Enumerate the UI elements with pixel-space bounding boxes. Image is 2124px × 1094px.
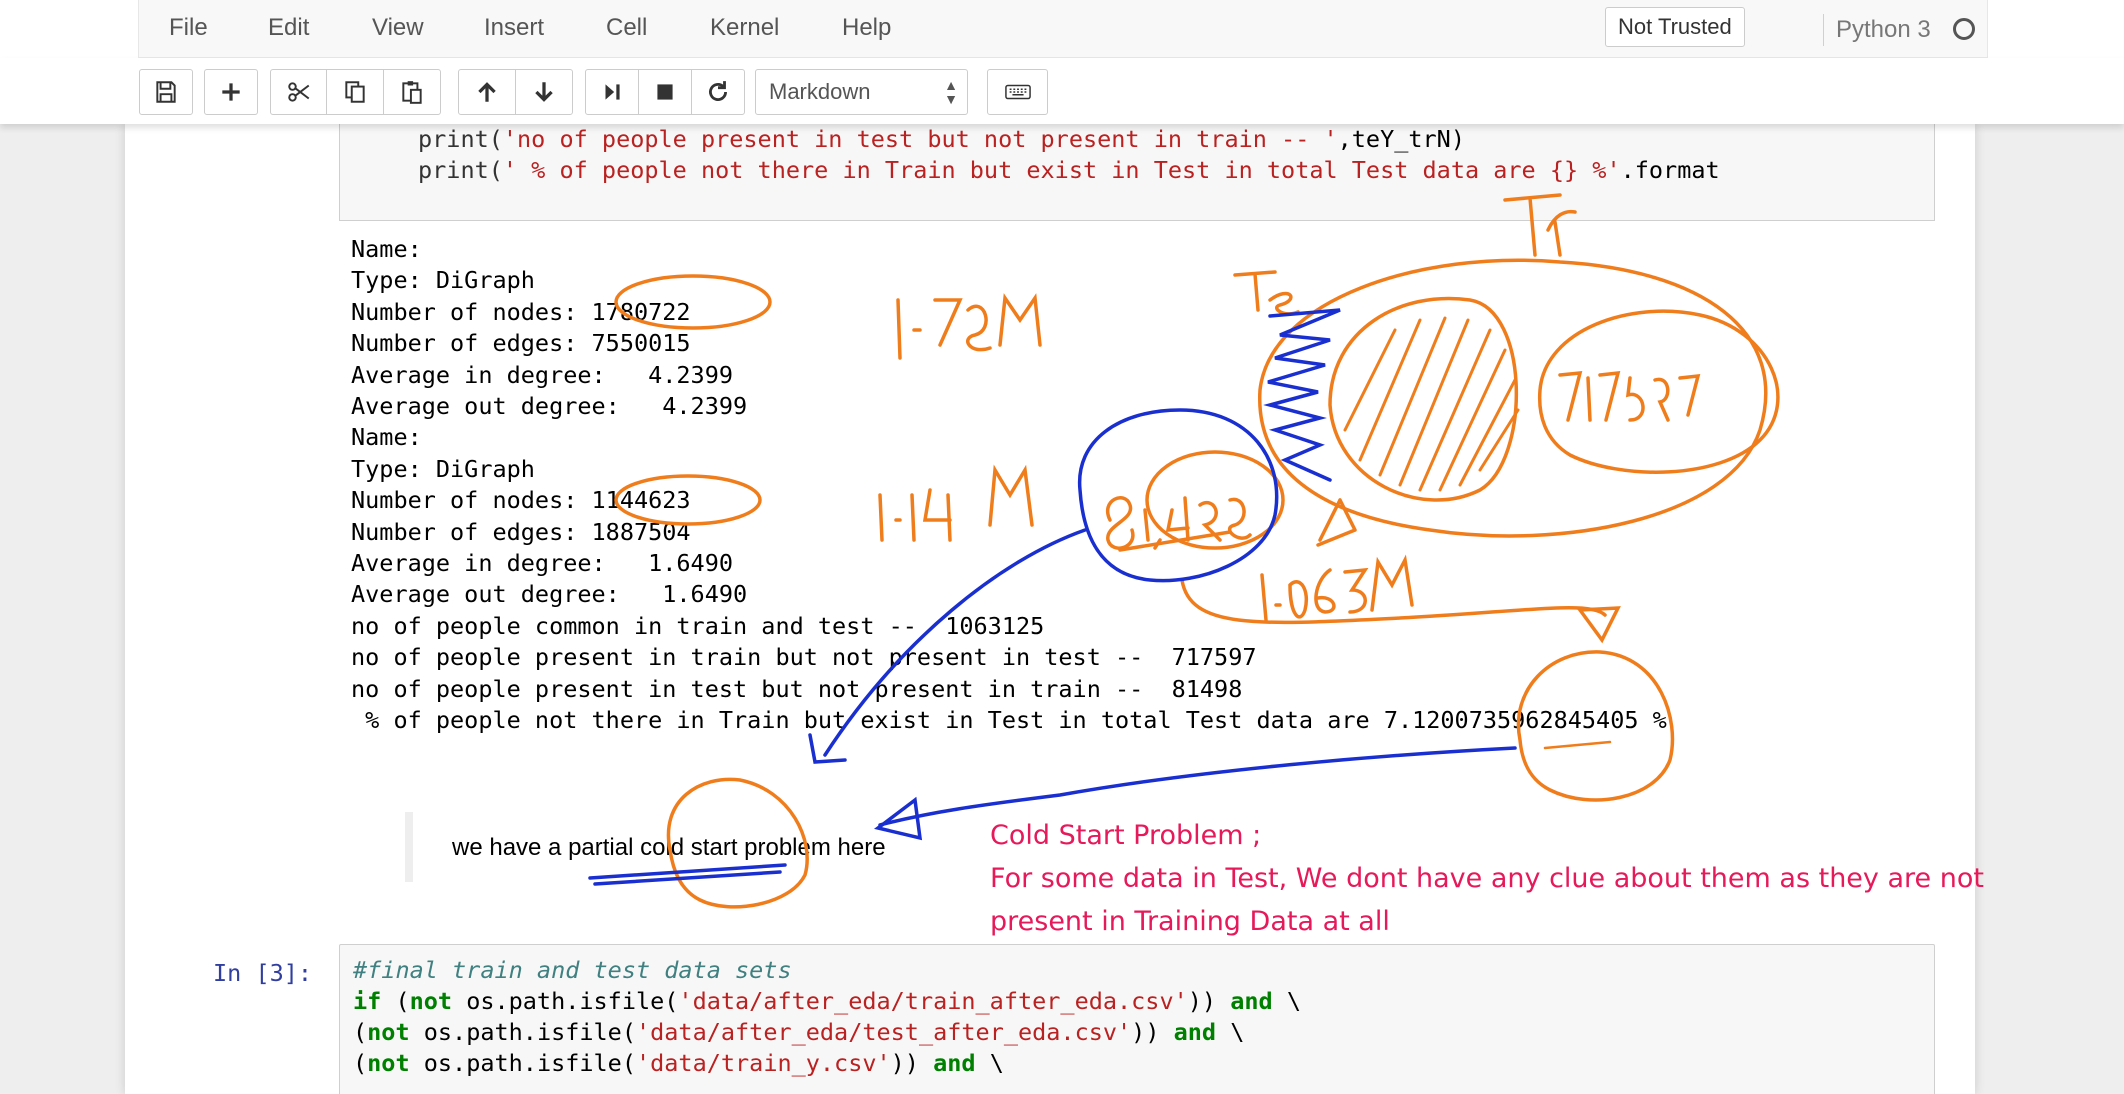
- code-cell[interactable]: #final train and test data sets if (not …: [339, 944, 1935, 1094]
- output-line: Type: DiGraph: [351, 454, 535, 483]
- output-line: no of people present in train but not pr…: [351, 643, 1257, 672]
- cell-output: Name: Type: DiGraph Number of nodes: 17807…: [351, 234, 1667, 737]
- code-line: (not os.path.isfile('data/train_y.csv'))…: [353, 1049, 1004, 1077]
- not-trusted-button[interactable]: Not Trusted: [1605, 7, 1745, 47]
- save-icon: [156, 81, 176, 103]
- annotation-note: Cold Start Problem ; For some data in Te…: [990, 814, 1984, 943]
- menu-edit[interactable]: Edit: [268, 14, 309, 42]
- cut-button[interactable]: [270, 69, 327, 115]
- kernel-status-icon: [1953, 18, 1975, 40]
- run-icon: [605, 84, 620, 100]
- output-line: Number of nodes: 1144623: [351, 486, 691, 515]
- menu-file[interactable]: File: [169, 14, 208, 42]
- plus-icon: [222, 83, 240, 101]
- move-up-button[interactable]: [458, 69, 516, 115]
- output-line: Number of edges: 1887504: [351, 517, 691, 546]
- output-line: no of people common in train and test --…: [351, 611, 1045, 640]
- output-line: Average out degree: 4.2399: [351, 392, 748, 421]
- menu-help[interactable]: Help: [842, 14, 891, 42]
- kernel-name[interactable]: Python 3: [1836, 16, 1931, 44]
- arrow-down-icon: [535, 82, 553, 102]
- move-down-button[interactable]: [515, 69, 573, 115]
- code-line: print('no of people present in test but …: [418, 125, 1465, 153]
- cut-icon: [287, 82, 309, 102]
- markdown-quote-bar: [405, 812, 413, 882]
- output-line: Type: DiGraph: [351, 266, 535, 295]
- markdown-text: we have a partial cold start problem her…: [452, 834, 886, 861]
- output-line: no of people present in test but not pre…: [351, 674, 1243, 703]
- code-line: if (not os.path.isfile('data/after_eda/t…: [353, 987, 1301, 1015]
- save-button[interactable]: [139, 69, 193, 115]
- output-line: Name:: [351, 235, 422, 263]
- code-line: #final train and test data sets: [353, 956, 792, 984]
- output-line: Average in degree: 1.6490: [351, 549, 734, 578]
- output-line: Number of nodes: 1780722: [351, 297, 691, 326]
- cell-type-select[interactable]: Markdown ▲ ▼: [755, 69, 968, 115]
- output-line: Name:: [351, 423, 422, 452]
- restart-icon: [709, 81, 727, 101]
- menu-bar: File Edit View Insert Cell Kernel Help N…: [0, 0, 2124, 58]
- output-line: Number of edges: 7550015: [351, 329, 691, 358]
- notebook-container: print('no of people present in test but …: [125, 124, 1975, 1094]
- copy-button[interactable]: [326, 69, 384, 115]
- output-line: Average out degree: 1.6490: [351, 580, 748, 609]
- menu-insert[interactable]: Insert: [484, 14, 544, 42]
- toolbar: Markdown ▲ ▼: [0, 58, 2124, 124]
- select-arrows-icon: ▲ ▼: [944, 77, 958, 107]
- command-palette-button[interactable]: [987, 69, 1048, 115]
- copy-icon: [345, 81, 365, 103]
- paste-icon: [402, 81, 422, 104]
- interrupt-button[interactable]: [638, 69, 692, 115]
- stop-icon: [657, 84, 673, 100]
- kernel-separator: [1823, 14, 1824, 46]
- restart-button[interactable]: [691, 69, 745, 115]
- input-prompt: In [3]:: [213, 959, 313, 987]
- menu-cell[interactable]: Cell: [606, 14, 647, 42]
- note-line-1: For some data in Test, We dont have any …: [990, 863, 1984, 894]
- menu-kernel[interactable]: Kernel: [710, 14, 779, 42]
- code-line: (not os.path.isfile('data/after_eda/test…: [353, 1018, 1245, 1046]
- code-line: print(' % of people not there in Train b…: [418, 156, 1720, 184]
- output-line: % of people not there in Train but exist…: [351, 706, 1667, 735]
- run-button[interactable]: [585, 69, 639, 115]
- note-title: Cold Start Problem ;: [990, 820, 1262, 851]
- previous-code-cell[interactable]: print('no of people present in test but …: [339, 124, 1935, 221]
- arrow-up-icon: [478, 82, 496, 102]
- paste-button[interactable]: [383, 69, 441, 115]
- insert-cell-button[interactable]: [204, 69, 258, 115]
- cell-type-value: Markdown: [769, 79, 871, 104]
- note-line-2: present in Training Data at all: [990, 906, 1390, 937]
- output-line: Average in degree: 4.2399: [351, 360, 734, 389]
- menu-view[interactable]: View: [372, 14, 424, 42]
- keyboard-icon: [1004, 84, 1031, 100]
